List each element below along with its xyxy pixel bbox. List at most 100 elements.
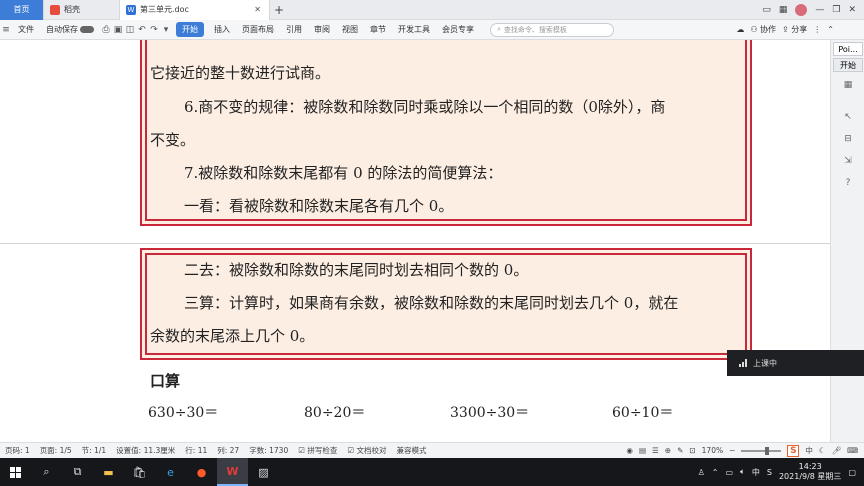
zoom-level[interactable]: 170% xyxy=(702,446,723,455)
minimize-icon[interactable]: — xyxy=(815,5,824,15)
web-view-icon[interactable]: ⊕ xyxy=(665,446,671,455)
word-doc-icon: W xyxy=(126,4,136,15)
check-icon: ☑ xyxy=(347,446,355,455)
cloud-icon[interactable]: ☁ xyxy=(736,25,744,34)
collapse-icon[interactable]: ⌃ xyxy=(827,25,834,34)
document-area[interactable]: 它接近的整十数进行试商。 6.商不变的规律：被除数和除数同时乘或除以一个相同的数… xyxy=(0,40,830,442)
new-tab-button[interactable]: + xyxy=(270,3,288,17)
share-icon: ⇪ xyxy=(782,25,789,34)
docer-icon xyxy=(50,4,60,15)
sogou-tray-icon[interactable]: S xyxy=(767,468,772,477)
person-icon[interactable]: ♙ xyxy=(698,468,705,477)
class-status-label: 上课中 xyxy=(753,358,777,368)
status-word-count[interactable]: 字数: 1730 xyxy=(244,445,293,456)
eye-icon[interactable]: ◉ xyxy=(626,446,633,455)
preview-icon[interactable]: ◫ xyxy=(124,25,136,35)
image-app-icon[interactable]: ▨ xyxy=(248,458,279,486)
close-tab-icon[interactable]: ✕ xyxy=(254,5,261,14)
doc-line: 它接近的整十数进行试商。 xyxy=(150,64,331,82)
task-view-icon[interactable]: ⧉ xyxy=(62,458,93,486)
taskbar: ⌕ ⧉ ▬ 🛍︎ e ● W ▨ ♙ ⌃ ▭ 🔈︎ 中 S 14:23 2021… xyxy=(0,458,864,486)
autosave-toggle[interactable] xyxy=(80,26,94,33)
share-side-icon[interactable]: ⇲ xyxy=(843,156,853,166)
pen-icon[interactable]: ✎ xyxy=(677,446,683,455)
redo-icon[interactable]: ↷ xyxy=(148,25,160,35)
ime-mode[interactable]: 中 xyxy=(805,445,813,456)
clock-date: 2021/9/8 星期三 xyxy=(778,472,842,481)
notifications-icon[interactable]: ▢ xyxy=(848,468,856,477)
ribbon-tab-review[interactable]: 审阅 xyxy=(308,24,336,35)
class-status-widget[interactable]: 上课中 xyxy=(727,350,864,376)
ribbon-tab-insert[interactable]: 插入 xyxy=(208,24,236,35)
signal-bars-icon xyxy=(739,359,747,367)
doc-line: 不变。 xyxy=(150,131,196,149)
ribbon-tab-developer[interactable]: 开发工具 xyxy=(392,24,436,35)
search-taskbar-icon[interactable]: ⌕ xyxy=(31,458,62,486)
file-explorer-icon[interactable]: ▬ xyxy=(93,458,124,486)
moon-icon[interactable]: ☾ xyxy=(819,446,826,455)
sogou-ime-icon[interactable]: S xyxy=(787,444,800,457)
ribbon-tab-member[interactable]: 会员专享 xyxy=(436,24,480,35)
style-icon[interactable]: ▦ xyxy=(843,80,853,90)
doc-line: 6.商不变的规律：被除数和除数同时乘或除以一个相同的数（0除外），商 xyxy=(184,98,666,116)
page-view-icon[interactable]: ▤ xyxy=(639,446,646,455)
spell-check-button[interactable]: ☑ 拼写检查 xyxy=(293,445,342,456)
window-layout-icon[interactable]: ▭ xyxy=(762,5,771,15)
print-icon[interactable]: ⎙ xyxy=(100,25,112,35)
doc-line: 一看：看被除数和除数末尾各有几个 0。 xyxy=(184,197,454,215)
store-icon[interactable]: 🛍︎ xyxy=(124,458,155,486)
help-icon[interactable]: ? xyxy=(843,178,853,188)
show-hidden-icon[interactable]: ⌃ xyxy=(712,468,719,477)
ribbon-tab-view[interactable]: 视图 xyxy=(336,24,364,35)
calc-item: 630÷30＝ xyxy=(148,405,219,421)
status-bar: 页码: 1 页面: 1/5 节: 1/1 设置值: 11.3厘米 行: 11 列… xyxy=(0,442,864,458)
close-window-icon[interactable]: ✕ xyxy=(848,5,856,15)
status-page-number[interactable]: 页码: 1 xyxy=(0,445,35,456)
network-icon[interactable]: ▭ xyxy=(726,468,734,477)
autosave-label[interactable]: 自动保存 xyxy=(40,24,100,35)
maximize-icon[interactable]: ❐ xyxy=(832,5,840,15)
grid-icon[interactable]: ▦ xyxy=(779,5,788,15)
volume-icon[interactable]: 🔈︎ xyxy=(740,467,745,477)
more-icon[interactable]: ⋮ xyxy=(813,25,821,34)
avatar[interactable] xyxy=(795,3,808,16)
tab-home[interactable]: 首页 xyxy=(0,0,44,20)
mic-icon[interactable]: 🎤︎ xyxy=(832,446,842,455)
edge-icon[interactable]: e xyxy=(155,458,186,486)
dropdown-icon[interactable]: ▾ xyxy=(160,25,172,35)
tab-document[interactable]: W 第三单元.doc ✕ xyxy=(120,0,270,20)
compat-mode: 兼容模式 xyxy=(396,446,427,455)
fit-icon[interactable]: ⊡ xyxy=(689,446,695,455)
proofread-button[interactable]: ☑ 文档校对 xyxy=(342,445,391,456)
share-button[interactable]: ⇪ 分享 xyxy=(782,24,807,35)
tab-docer[interactable]: 稻壳 xyxy=(44,0,120,20)
taskbar-ime[interactable]: 中 xyxy=(752,467,760,478)
ribbon-tab-chapter[interactable]: 章节 xyxy=(364,24,392,35)
clock[interactable]: 14:23 2021/9/8 星期三 xyxy=(779,462,841,482)
file-menu[interactable]: 文件 xyxy=(12,24,40,35)
outline-view-icon[interactable]: ☰ xyxy=(652,446,659,455)
menu-icon[interactable]: ≡ xyxy=(0,25,12,35)
ribbon-tab-start[interactable]: 开始 xyxy=(176,22,204,37)
save-icon[interactable]: ▣ xyxy=(112,25,124,35)
keyboard-icon[interactable]: ⌨ xyxy=(847,446,858,455)
limit-icon[interactable]: ⊟ xyxy=(843,134,853,144)
search-icon: ⌕ xyxy=(497,25,501,33)
zoom-out-icon[interactable]: − xyxy=(729,446,735,455)
zoom-slider[interactable] xyxy=(741,446,782,455)
wps-icon[interactable]: W xyxy=(217,458,248,486)
select-icon[interactable]: ↖ xyxy=(843,112,853,122)
record-icon[interactable]: ● xyxy=(186,458,217,486)
command-search[interactable]: ⌕ 查找命令、搜索模板 xyxy=(490,22,614,37)
tab-home-label: 首页 xyxy=(13,5,30,14)
status-pages[interactable]: 页面: 1/5 xyxy=(35,445,77,456)
ribbon-tab-layout[interactable]: 页面布局 xyxy=(236,24,280,35)
ribbon-tab-references[interactable]: 引用 xyxy=(280,24,308,35)
start-button[interactable] xyxy=(0,458,31,486)
panel-tab-poi[interactable]: Poi... xyxy=(833,42,863,56)
tab-docer-label: 稻壳 xyxy=(64,5,80,14)
status-row: 行: 11 xyxy=(185,446,208,455)
panel-tab-start[interactable]: 开始 xyxy=(833,58,863,72)
undo-icon[interactable]: ↶ xyxy=(136,25,148,35)
collab-button[interactable]: ⚇ 协作 xyxy=(750,24,776,35)
